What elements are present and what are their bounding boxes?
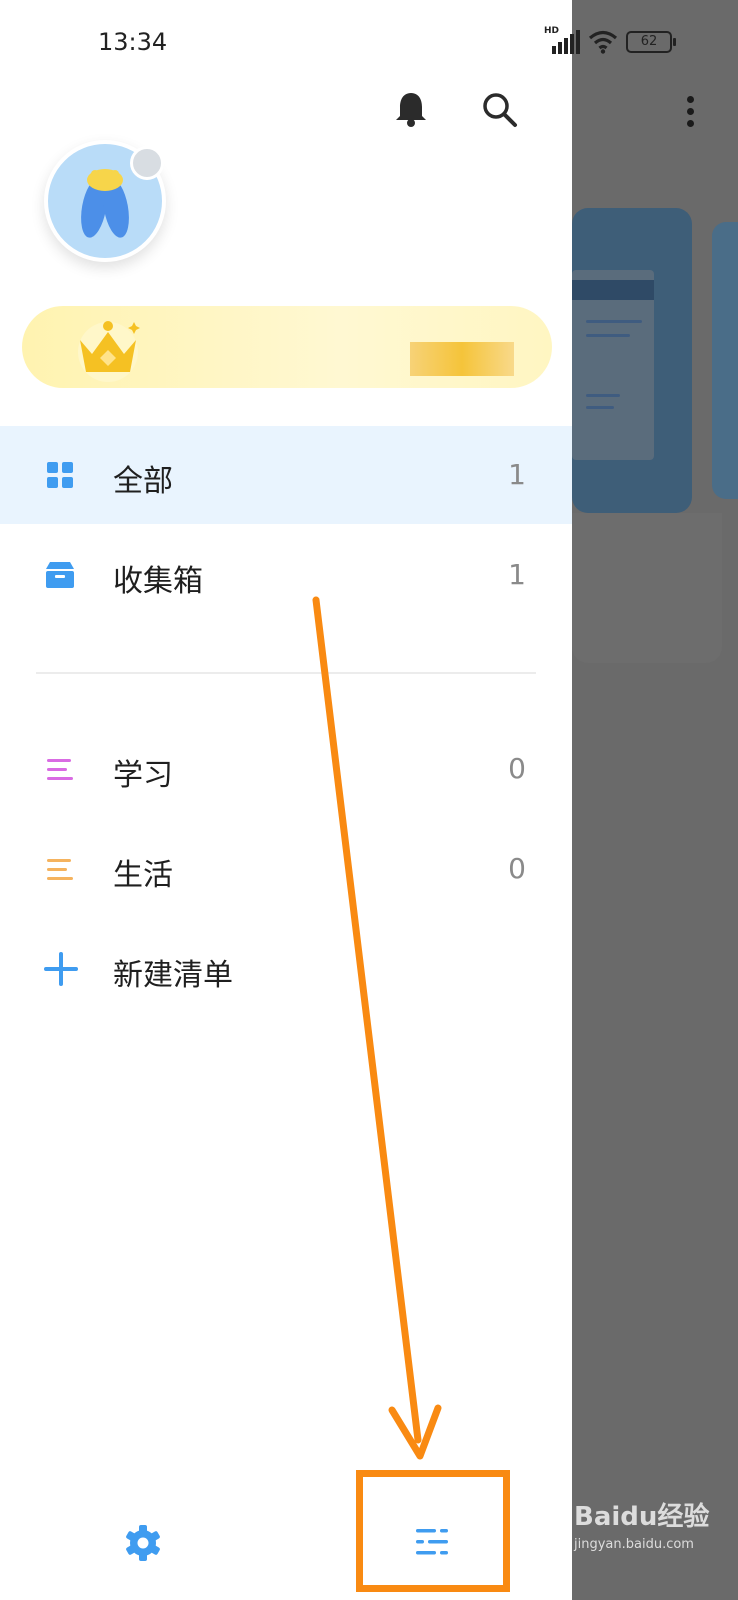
new-list-label: 新建清单 <box>113 958 233 993</box>
status-icons: HD 62 <box>544 26 676 54</box>
battery-indicator: 62 <box>626 31 676 53</box>
status-time: 13:34 <box>98 28 168 56</box>
bell-icon[interactable] <box>394 90 428 128</box>
nav-count-inbox: 1 <box>508 558 526 591</box>
background-card <box>572 208 692 513</box>
vip-blurred-text <box>410 342 514 376</box>
grid-icon <box>47 462 73 488</box>
list-item-study[interactable]: 学习 0 <box>0 720 572 818</box>
inbox-icon <box>46 562 74 588</box>
list-label-study: 学习 <box>113 758 173 793</box>
side-drawer: 13:34 HD 62 全部 1 收集箱 1 学习 0 生活 0 新建清单 <box>0 0 676 1600</box>
gear-icon[interactable] <box>124 1524 162 1562</box>
background-card-bottom <box>572 513 722 663</box>
nav-item-all[interactable]: 全部 1 <box>0 426 572 524</box>
search-icon[interactable] <box>482 92 518 128</box>
list-label-life: 生活 <box>113 858 173 893</box>
list-lines-icon <box>47 759 73 780</box>
document-illustration <box>572 270 654 460</box>
network-type: HD <box>544 26 560 36</box>
list-count-life: 0 <box>508 852 526 885</box>
nav-count-all: 1 <box>508 458 526 491</box>
background-card-secondary <box>712 222 738 499</box>
list-count-study: 0 <box>508 752 526 785</box>
dimmed-background-app[interactable]: Baidu经验 jingyan.baidu.com <box>572 0 738 1600</box>
crown-badge-icon <box>130 146 164 180</box>
list-lines-icon <box>47 859 73 880</box>
baidu-watermark: Baidu经验 jingyan.baidu.com <box>574 1496 709 1552</box>
watermark-text: Baidu经验 <box>574 1502 710 1532</box>
nav-label-inbox: 收集箱 <box>113 564 203 599</box>
watermark-url: jingyan.baidu.com <box>574 1537 694 1552</box>
more-options-icon[interactable] <box>687 96 695 132</box>
list-item-life[interactable]: 生活 0 <box>0 820 572 918</box>
plus-icon <box>44 952 78 986</box>
signal-icon: HD <box>544 26 580 54</box>
new-list-button[interactable]: 新建清单 <box>0 920 572 1018</box>
nav-label-all: 全部 <box>113 464 173 499</box>
divider <box>36 672 536 674</box>
crown-icon <box>78 321 140 382</box>
wifi-icon <box>588 30 618 54</box>
annotation-highlight-box <box>356 1470 510 1592</box>
nav-item-inbox[interactable]: 收集箱 1 <box>0 526 572 624</box>
